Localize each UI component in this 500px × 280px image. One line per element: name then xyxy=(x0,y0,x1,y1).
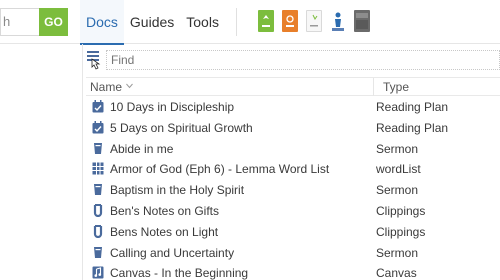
tab-docs[interactable]: Docs xyxy=(80,0,124,45)
row-type: Sermon xyxy=(376,183,419,198)
row-name: Bens Notes on Light xyxy=(110,224,219,239)
row-name: Canvas - In the Beginning xyxy=(110,266,249,280)
table-row[interactable]: 10 Days in Discipleship Reading Plan xyxy=(86,97,500,118)
table-row[interactable]: 5 Days on Spiritual Growth Reading Plan xyxy=(86,118,500,139)
row-type: Clippings xyxy=(376,224,426,239)
tab-tools[interactable]: Tools xyxy=(180,0,225,44)
row-type: Sermon xyxy=(376,245,419,260)
table-row[interactable]: Abide in me Sermon xyxy=(86,139,500,160)
document-list: 10 Days in Discipleship Reading Plan 5 D… xyxy=(86,97,500,280)
row-name: Armor of God (Eph 6) - Lemma Word List xyxy=(110,162,330,177)
row-name: Abide in me xyxy=(110,141,174,156)
clip-icon xyxy=(93,224,103,238)
row-name: Baptism in the Holy Spirit xyxy=(110,183,245,198)
column-divider[interactable] xyxy=(373,78,374,96)
row-type: Reading Plan xyxy=(376,100,449,114)
row-name: 5 Days on Spiritual Growth xyxy=(110,120,253,135)
green-book-icon[interactable] xyxy=(258,10,274,32)
music-canvas-icon xyxy=(92,266,104,279)
table-row[interactable]: Armor of God (Eph 6) - Lemma Word List w… xyxy=(86,159,500,180)
reading-person-icon[interactable] xyxy=(330,10,346,32)
clip-icon xyxy=(93,203,103,217)
row-name: Calling and Uncertainty xyxy=(110,245,235,260)
table-row[interactable]: Calling and Uncertainty Sermon xyxy=(86,243,500,264)
row-name: 10 Days in Discipleship xyxy=(110,100,235,114)
filter-icon[interactable] xyxy=(86,50,102,70)
tool-icons xyxy=(258,10,370,32)
tab-bar: Docs Guides Tools xyxy=(80,0,225,45)
sermon-icon xyxy=(94,142,102,154)
calendar-check-icon xyxy=(92,100,104,113)
sermon-icon xyxy=(94,246,102,258)
table-row[interactable]: Canvas - In the Beginning Canvas xyxy=(86,263,500,280)
chevron-down-icon[interactable] xyxy=(126,83,133,89)
orange-book-icon[interactable] xyxy=(282,10,298,32)
table-row[interactable]: Ben's Notes on Gifts Clippings xyxy=(86,201,500,222)
column-header-type[interactable]: Type xyxy=(383,80,409,94)
panel-divider xyxy=(82,44,83,280)
search-input[interactable]: h xyxy=(0,8,39,36)
tab-divider xyxy=(236,8,237,36)
sermon-icon xyxy=(94,184,102,196)
gray-book-icon[interactable] xyxy=(354,10,370,32)
row-type: Canvas xyxy=(376,266,417,280)
table-row[interactable]: Baptism in the Holy Spirit Sermon xyxy=(86,180,500,201)
find-input[interactable] xyxy=(106,50,500,70)
go-button[interactable]: GO xyxy=(39,8,68,36)
tab-guides[interactable]: Guides xyxy=(124,0,180,44)
top-bar: h GO Docs Guides Tools xyxy=(0,0,500,45)
calendar-check-icon xyxy=(92,120,104,134)
white-book-icon[interactable] xyxy=(306,10,322,32)
grid-list-icon xyxy=(92,162,104,175)
row-name: Ben's Notes on Gifts xyxy=(110,203,220,218)
row-type: Reading Plan xyxy=(376,120,449,135)
table-row[interactable]: Bens Notes on Light Clippings xyxy=(86,222,500,243)
column-header-name[interactable]: Name xyxy=(90,80,122,94)
row-type: Sermon xyxy=(376,141,419,156)
row-type: wordList xyxy=(376,162,421,177)
table-header: Name Type xyxy=(86,77,500,96)
row-type: Clippings xyxy=(376,203,426,218)
